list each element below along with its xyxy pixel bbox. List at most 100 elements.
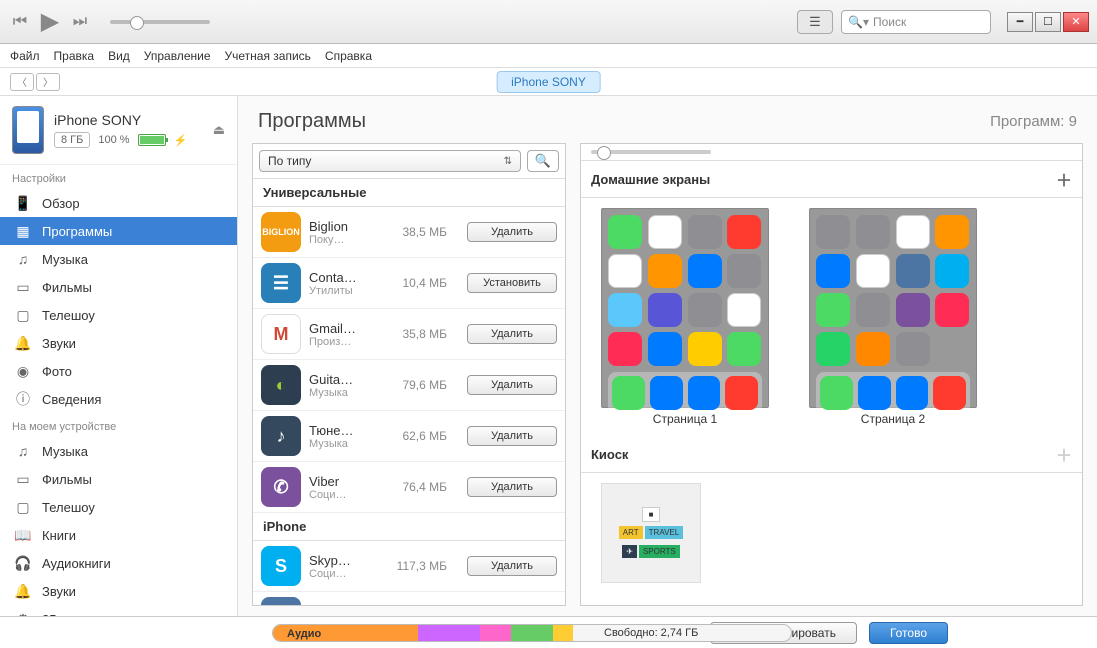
play-button[interactable]: ▶ [38,10,62,34]
app-action-button[interactable]: Удалить [467,375,557,395]
app-action-button[interactable]: Установить [467,273,557,293]
close-button[interactable]: ✕ [1063,12,1089,32]
sidebar-item-label: Фильмы [42,280,92,295]
device-pill[interactable]: iPhone SONY [496,71,601,93]
app-icon: ◐ [261,365,301,405]
sidebar-item-программы[interactable]: ▦Программы [0,217,237,245]
app-name: Тюне… [309,423,381,438]
app-icon: ☰ [261,263,301,303]
app-action-button[interactable]: Удалить [467,222,557,242]
zoom-slider[interactable] [591,150,711,154]
sidebar-item-фото[interactable]: ◉Фото [0,357,237,385]
done-button[interactable]: Готово [869,622,948,644]
app-action-button[interactable]: Удалить [467,324,557,344]
sidebar-item-25-самых-популярных[interactable]: ⚙25 самых популярных [0,605,237,616]
eject-button[interactable]: ⏏ [213,122,225,138]
menu-controls[interactable]: Управление [144,49,211,63]
back-button[interactable]: 〈 [10,73,34,91]
storage-bar: Аудио [272,624,792,642]
maximize-button[interactable]: ☐ [1035,12,1061,32]
sidebar-item-обзор[interactable]: 📱Обзор [0,189,237,217]
screen-1-label: Страница 1 [601,412,769,426]
minimize-button[interactable]: ━ [1007,12,1033,32]
home-screen-1[interactable]: Страница 1 [601,208,769,426]
sidebar-item-телешоу[interactable]: ▢Телешоу [0,493,237,521]
app-name: Skyp… [309,553,381,568]
sidebar-item-аудиокниги[interactable]: 🎧Аудиокниги [0,549,237,577]
sidebar-item-звуки[interactable]: 🔔 Звуки [0,577,237,605]
kiosk-item[interactable]: ■ ARTTRAVEL ✈SPORTS [601,483,701,583]
audio-label: Аудио [279,625,329,642]
app-icon: S [261,546,301,586]
search-input[interactable]: 🔍▾ Поиск [841,10,991,34]
app-action-button[interactable]: Удалить [467,477,557,497]
app-row[interactable]: ✆ Viber Соци… 76,4 МБ Удалить [253,462,565,513]
sidebar-icon: 📱 [14,194,32,212]
app-row[interactable]: ♪ Тюне… Музыка 62,6 МБ Удалить [253,411,565,462]
sidebar-item-телешоу[interactable]: ▢ Телешоу [0,301,237,329]
menu-file[interactable]: Файл [10,49,40,63]
app-name: Viber [309,474,381,489]
app-size: 38,5 МБ [389,225,447,239]
sidebar-item-label: Звуки [42,584,76,599]
app-row[interactable]: ◐ Guita… Музыка 79,6 МБ Удалить [253,360,565,411]
app-icon: ✆ [261,467,301,507]
apps-search-button[interactable]: 🔍 [527,150,559,172]
content-title: Программы [258,110,366,133]
sidebar-item-label: Телешоу [42,308,95,323]
volume-slider[interactable] [110,20,210,24]
sidebar-icon: ▢ [14,306,32,324]
app-size: 35,8 МБ [389,327,447,341]
sort-select[interactable]: По типу ⇅ [259,150,521,172]
sidebar-item-label: Музыка [42,444,88,459]
sidebar-item-label: 25 самых популярных [42,612,175,617]
app-name: Biglion [309,219,381,234]
sidebar-item-фильмы[interactable]: ▭Фильмы [0,273,237,301]
sidebar-item-звуки[interactable]: 🔔 Звуки [0,329,237,357]
app-icon: ♪ [261,416,301,456]
prev-button[interactable]: ⏮ [8,10,32,34]
app-action-button[interactable]: Удалить [467,556,557,576]
app-icon: BIGLION [261,212,301,252]
app-row[interactable]: ☰ Conta… Утилиты 10,4 МБ Установить [253,258,565,309]
sidebar-icon: 🔔 [14,334,32,352]
app-action-button[interactable]: Удалить [467,426,557,446]
home-screen-2[interactable]: Страница 2 [809,208,977,426]
app-row[interactable]: В VK App [253,592,565,605]
sidebar-item-книги[interactable]: 📖Книги [0,521,237,549]
app-row[interactable]: BIGLION Biglion Поку… 38,5 МБ Удалить [253,207,565,258]
app-row[interactable]: S Skyp… Соци… 117,3 МБ Удалить [253,541,565,592]
add-screen-button[interactable]: ＋ [1056,167,1072,191]
app-row[interactable]: M Gmail… Произ… 35,8 МБ Удалить [253,309,565,360]
app-group-header: Универсальные [253,179,565,207]
sidebar-item-label: Звуки [42,336,76,351]
storage-segment [553,625,574,641]
menu-edit[interactable]: Правка [54,49,95,63]
sidebar-item-фильмы[interactable]: ▭Фильмы [0,465,237,493]
sidebar-item-музыка[interactable]: ♫Музыка [0,245,237,273]
sidebar-item-сведения[interactable]: ⓘСведения [0,385,237,413]
sidebar-ondevice-title: На моем устройстве [0,413,237,437]
menu-view[interactable]: Вид [108,49,130,63]
charging-icon: ⚡ [174,134,188,147]
top-toolbar: ⏮ ▶ ⏭ ☰ 🔍▾ Поиск ━ ☐ ✕ [0,0,1097,44]
sidebar-icon: 🔔 [14,582,32,600]
sidebar-item-label: Программы [42,224,112,239]
app-category: Произ… [309,336,381,348]
menu-account[interactable]: Учетная запись [225,49,311,63]
next-button[interactable]: ⏭ [68,10,92,34]
forward-button[interactable]: 〉 [36,73,60,91]
menu-help[interactable]: Справка [325,49,372,63]
sidebar-item-label: Сведения [42,392,101,407]
app-category: Соци… [309,568,381,580]
sidebar-item-label: Телешоу [42,500,95,515]
sidebar-item-музыка[interactable]: ♫ Музыка [0,437,237,465]
sidebar-icon: ◉ [14,362,32,380]
storage-segment [511,625,552,641]
screens-panel: Домашние экраны ＋ [580,143,1083,606]
sidebar-item-label: Фильмы [42,472,92,487]
add-kiosk-button[interactable]: ＋ [1056,442,1072,466]
sidebar-icon: ♫ [14,442,32,460]
list-view-button[interactable]: ☰ [797,10,833,34]
sort-label: По типу [268,154,311,168]
